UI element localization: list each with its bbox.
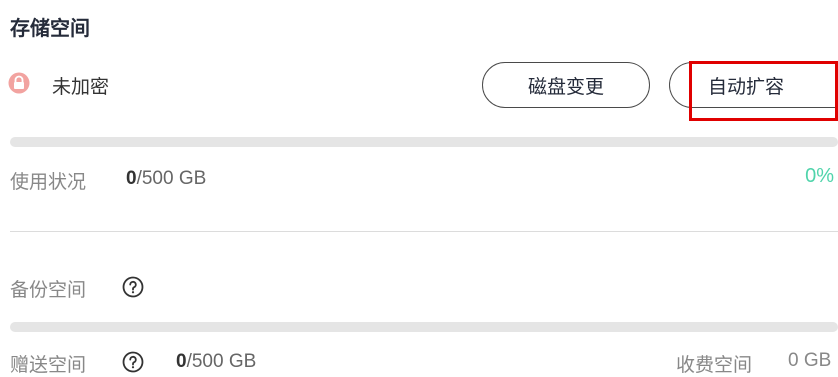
question-circle-icon[interactable]: [122, 351, 144, 373]
usage-progress-bar: [10, 137, 838, 147]
question-circle-icon[interactable]: [122, 276, 144, 298]
divider: [10, 231, 838, 232]
usage-percent: 0%: [805, 165, 834, 187]
gift-total: /500 GB: [186, 351, 257, 372]
lock-icon: [8, 72, 30, 94]
charged-space-value: 0 GB: [788, 350, 832, 371]
backup-label: 备份空间: [10, 280, 87, 301]
encryption-status: 未加密: [52, 77, 110, 98]
backup-progress-bar: [10, 322, 838, 332]
gift-used: 0: [176, 351, 187, 372]
charged-space-label: 收费空间: [676, 355, 753, 376]
disk-change-button[interactable]: 磁盘变更: [482, 62, 650, 108]
usage-value: 0/500 GB: [126, 168, 206, 190]
usage-total: /500 GB: [136, 168, 207, 189]
section-title: 存储空间: [10, 18, 90, 40]
usage-label: 使用状况: [10, 172, 87, 193]
gift-space-value: 0/500 GB: [176, 351, 256, 373]
usage-used: 0: [126, 168, 137, 189]
highlight-box: [689, 61, 838, 121]
gift-space-label: 赠送空间: [10, 355, 87, 376]
